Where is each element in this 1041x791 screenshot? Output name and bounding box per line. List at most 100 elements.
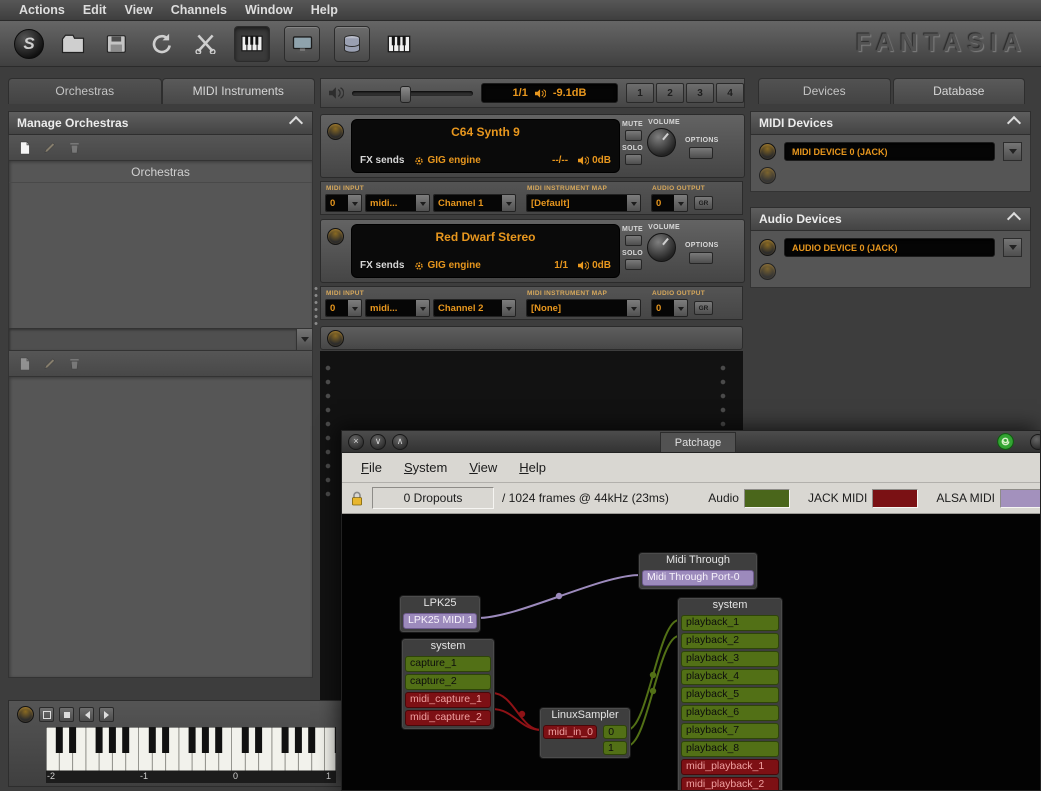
port-playback-1[interactable]: playback_1 bbox=[681, 615, 779, 631]
port-midi-playback-2[interactable]: midi_playback_2 bbox=[681, 777, 779, 791]
port-capture-1[interactable]: capture_1 bbox=[405, 656, 491, 672]
port-out-0[interactable]: 0 bbox=[603, 725, 627, 739]
mute-button[interactable] bbox=[625, 235, 642, 246]
panel-splitter[interactable] bbox=[313, 285, 319, 325]
orchestras-list[interactable]: Orchestras bbox=[8, 161, 313, 344]
menu-actions[interactable]: Actions bbox=[10, 1, 74, 19]
instruments-db-button[interactable] bbox=[334, 26, 370, 62]
menu-help[interactable]: Help bbox=[510, 456, 555, 479]
connection-jack-midi[interactable] bbox=[492, 693, 541, 730]
tab-database[interactable]: Database bbox=[893, 78, 1026, 104]
edit-instrument-button[interactable] bbox=[40, 354, 59, 373]
new-orchestra-button[interactable] bbox=[15, 138, 34, 157]
window-shade-button[interactable]: ∨ bbox=[370, 434, 386, 450]
patchage-canvas[interactable]: Midi Through Midi Through Port-0 LPK25 L… bbox=[342, 514, 1040, 791]
audio-device-power-button[interactable] bbox=[759, 239, 776, 256]
sampler-logo-button[interactable]: S bbox=[14, 29, 44, 59]
delete-instrument-button[interactable] bbox=[65, 354, 84, 373]
connection-handle[interactable] bbox=[650, 688, 656, 694]
options-button[interactable] bbox=[689, 252, 713, 264]
new-channel-power-button[interactable] bbox=[327, 330, 344, 347]
window-menu-button[interactable] bbox=[1030, 434, 1041, 450]
solo-button[interactable] bbox=[625, 154, 642, 165]
keyboard-power-button[interactable] bbox=[17, 706, 34, 723]
volume-knob[interactable] bbox=[647, 128, 676, 157]
port-playback-8[interactable]: playback_8 bbox=[681, 741, 779, 757]
octave-up-button[interactable] bbox=[99, 707, 114, 722]
channel-power-button[interactable] bbox=[327, 228, 344, 245]
node-system-capture[interactable]: system capture_1 capture_2 midi_capture_… bbox=[401, 638, 495, 730]
connection-handle[interactable] bbox=[519, 711, 525, 717]
connection-handle[interactable] bbox=[650, 672, 656, 678]
audio-device-combo[interactable]: 0 bbox=[651, 299, 688, 317]
window-close-button[interactable]: × bbox=[348, 434, 364, 450]
node-midi-through[interactable]: Midi Through Midi Through Port-0 bbox=[638, 552, 758, 590]
port-midi-capture-2[interactable]: midi_capture_2 bbox=[405, 710, 491, 726]
keyboard-mode-button-2[interactable] bbox=[59, 707, 74, 722]
port-midi-playback-1[interactable]: midi_playback_1 bbox=[681, 759, 779, 775]
master-volume-slider[interactable] bbox=[352, 91, 473, 96]
port-playback-5[interactable]: playback_5 bbox=[681, 687, 779, 703]
reset-sampler-button[interactable] bbox=[190, 29, 220, 59]
menu-system[interactable]: System bbox=[395, 456, 456, 479]
port-playback-4[interactable]: playback_4 bbox=[681, 669, 779, 685]
port-lpk25-midi-1[interactable]: LPK25 MIDI 1 bbox=[403, 613, 477, 629]
open-session-button[interactable] bbox=[58, 29, 88, 59]
menu-window[interactable]: Window bbox=[236, 1, 302, 19]
mute-button[interactable] bbox=[625, 130, 642, 141]
port-capture-2[interactable]: capture_2 bbox=[405, 674, 491, 690]
collapse-icon[interactable] bbox=[1007, 116, 1021, 130]
edit-orchestra-button[interactable] bbox=[40, 138, 59, 157]
engine-selector[interactable]: GIG engine bbox=[414, 155, 480, 166]
refresh-button[interactable] bbox=[146, 29, 176, 59]
new-instrument-button[interactable] bbox=[15, 354, 34, 373]
port-out-1[interactable]: 1 bbox=[603, 741, 627, 755]
instrument-map-combo[interactable]: [Default] bbox=[526, 194, 641, 212]
piano-keyboard[interactable] bbox=[46, 727, 336, 771]
lcd-view-button[interactable] bbox=[284, 26, 320, 62]
collapse-icon[interactable] bbox=[1007, 212, 1021, 226]
port-playback-6[interactable]: playback_6 bbox=[681, 705, 779, 721]
tab-midi-instruments[interactable]: MIDI Instruments bbox=[162, 78, 316, 104]
midi-device-power-button[interactable] bbox=[759, 143, 776, 160]
patchage-titlebar[interactable]: × ∨ ∧ Patchage bbox=[342, 431, 1040, 453]
collapse-icon[interactable] bbox=[289, 116, 303, 130]
tab-devices[interactable]: Devices bbox=[758, 78, 891, 104]
engine-selector[interactable]: GIG engine bbox=[414, 260, 480, 271]
instrument-map-combo[interactable]: [None] bbox=[526, 299, 641, 317]
port-midi-capture-1[interactable]: midi_capture_1 bbox=[405, 692, 491, 708]
audio-device-options-button[interactable] bbox=[1003, 238, 1022, 257]
midi-channel-combo[interactable]: Channel 2 bbox=[433, 299, 516, 317]
volume-knob[interactable] bbox=[647, 233, 676, 262]
bank-button-3[interactable]: 3 bbox=[686, 83, 714, 103]
midi-device-options-button[interactable] bbox=[1003, 142, 1022, 161]
node-system-playback[interactable]: system playback_1 playback_2 playback_3 … bbox=[677, 597, 783, 791]
delete-orchestra-button[interactable] bbox=[65, 138, 84, 157]
menu-edit[interactable]: Edit bbox=[74, 1, 116, 19]
audio-routing-button[interactable]: GR bbox=[694, 301, 713, 315]
export-session-button[interactable] bbox=[102, 29, 132, 59]
midi-device-combo[interactable]: 0 bbox=[325, 194, 362, 212]
fx-sends-button[interactable]: FX sends bbox=[360, 155, 404, 166]
menu-help[interactable]: Help bbox=[302, 1, 347, 19]
menu-view[interactable]: View bbox=[115, 1, 161, 19]
port-playback-7[interactable]: playback_7 bbox=[681, 723, 779, 739]
solo-button[interactable] bbox=[625, 259, 642, 270]
menu-channels[interactable]: Channels bbox=[162, 1, 236, 19]
menu-view[interactable]: View bbox=[460, 456, 506, 479]
bank-button-4[interactable]: 4 bbox=[716, 83, 744, 103]
midi-port-combo[interactable]: midi... bbox=[365, 194, 430, 212]
midi-monitor-button[interactable] bbox=[384, 29, 414, 59]
connection-handle[interactable] bbox=[556, 593, 562, 599]
port-midi-through-0[interactable]: Midi Through Port-0 bbox=[642, 570, 754, 586]
octave-down-button[interactable] bbox=[79, 707, 94, 722]
port-playback-2[interactable]: playback_2 bbox=[681, 633, 779, 649]
orchestra-select-combo[interactable] bbox=[8, 328, 313, 351]
midi-keyboard-toggle-button[interactable] bbox=[234, 26, 270, 62]
fx-sends-button[interactable]: FX sends bbox=[360, 260, 404, 271]
midi-port-combo[interactable]: midi... bbox=[365, 299, 430, 317]
options-button[interactable] bbox=[689, 147, 713, 159]
bank-button-1[interactable]: 1 bbox=[626, 83, 654, 103]
add-audio-device-button[interactable] bbox=[759, 263, 776, 280]
window-unshade-button[interactable]: ∧ bbox=[392, 434, 408, 450]
